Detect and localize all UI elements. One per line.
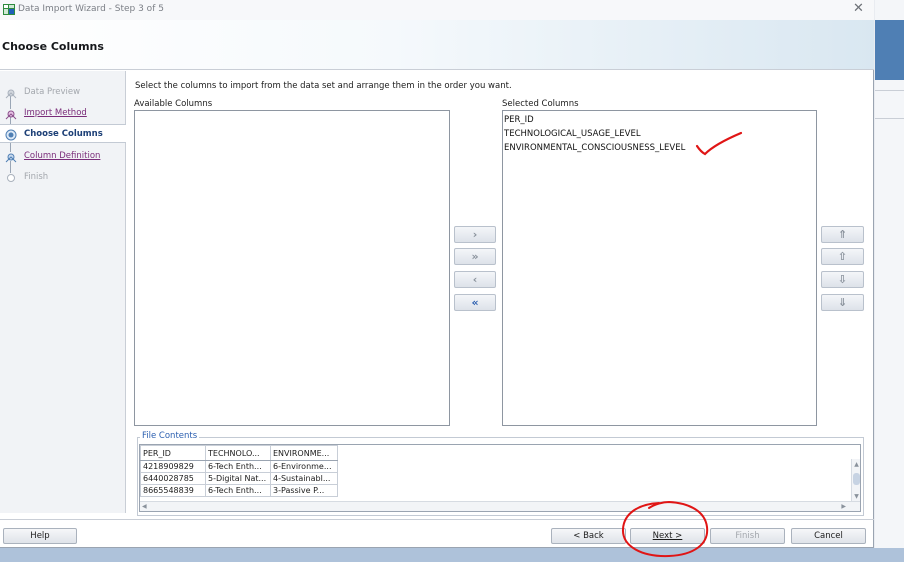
move-up-button[interactable]: ⇧ xyxy=(821,248,864,265)
horizontal-scrollbar[interactable]: ◀ ▶ xyxy=(140,501,860,511)
scroll-down-icon[interactable]: ▼ xyxy=(853,493,860,500)
background-window-header xyxy=(875,20,904,80)
back-button-label: < Back xyxy=(573,531,604,541)
list-item[interactable]: TECHNOLOGICAL_USAGE_LEVEL xyxy=(504,127,816,141)
close-icon[interactable]: ✕ xyxy=(853,1,864,16)
table-header-row: PER_ID TECHNOLO... ENVIRONME... xyxy=(140,445,338,461)
finish-button: Finish xyxy=(710,528,785,544)
red-circle-annotation xyxy=(621,500,709,558)
table-row: 4218909829 6-Tech Enth... 6-Environme... xyxy=(140,460,338,473)
step-data-preview: Data Preview xyxy=(0,83,126,102)
red-checkmark-annotation xyxy=(695,131,743,156)
step-done-icon xyxy=(5,110,17,120)
wizard-steps-nav: Data Preview Import Method Choose Column… xyxy=(0,71,126,513)
table-cell: 4-Sustainabl... xyxy=(270,472,338,485)
page-title: Choose Columns xyxy=(2,40,104,53)
file-contents-table: PER_ID TECHNOLO... ENVIRONME... 42189098… xyxy=(140,445,338,497)
move-down-button[interactable]: ⇩ xyxy=(821,271,864,288)
table-cell: 6-Environme... xyxy=(270,460,338,473)
step-done-icon xyxy=(5,89,17,99)
column-header: TECHNOLO... xyxy=(205,445,271,461)
file-contents-legend: File Contents xyxy=(140,431,200,441)
scroll-right-icon[interactable]: ▶ xyxy=(841,503,846,510)
table-cell: 6440028785 xyxy=(140,472,206,485)
table-cell: 6-Tech Enth... xyxy=(205,460,271,473)
window-title: Data Import Wizard - Step 3 of 5 xyxy=(18,4,164,14)
remove-all-columns-button[interactable]: « xyxy=(454,294,496,311)
scroll-thumb[interactable] xyxy=(853,473,860,485)
list-item[interactable]: ENVIRONMENTAL_CONSCIOUSNESS_LEVEL xyxy=(504,141,816,155)
column-header: ENVIRONME... xyxy=(270,445,338,461)
step-pending-icon xyxy=(7,174,15,182)
table-cell: 8665548839 xyxy=(140,484,206,497)
step-label[interactable]: Import Method xyxy=(24,108,87,118)
add-column-button[interactable]: › xyxy=(454,226,496,243)
selected-columns-list[interactable]: PER_ID TECHNOLOGICAL_USAGE_LEVEL ENVIRON… xyxy=(502,110,817,426)
table-row: 8665548839 6-Tech Enth... 3-Passive P... xyxy=(140,484,338,497)
background-taskbar xyxy=(0,548,904,562)
help-button-label: Help xyxy=(30,531,50,541)
move-bottom-button[interactable]: ⇓ xyxy=(821,294,864,311)
background-divider xyxy=(875,118,904,119)
step-label: Data Preview xyxy=(24,87,81,97)
table-cell: 6-Tech Enth... xyxy=(205,484,271,497)
list-item[interactable]: PER_ID xyxy=(504,113,816,127)
step-current-icon xyxy=(5,129,17,141)
table-cell: 5-Digital Nat... xyxy=(205,472,271,485)
background-divider xyxy=(875,90,904,91)
wizard-header: Choose Columns xyxy=(0,20,874,70)
step-column-definition[interactable]: Column Definition xyxy=(0,147,126,166)
selected-columns-label: Selected Columns xyxy=(502,99,579,109)
spreadsheet-app-icon xyxy=(3,4,15,15)
background-window xyxy=(875,0,904,562)
move-top-button[interactable]: ⇑ xyxy=(821,226,864,243)
step-label: Finish xyxy=(24,172,49,182)
available-columns-list[interactable] xyxy=(134,110,450,426)
column-header: PER_ID xyxy=(140,445,206,461)
table-cell: 3-Passive P... xyxy=(270,484,338,497)
cancel-button-label: Cancel xyxy=(814,531,843,541)
scroll-left-icon[interactable]: ◀ xyxy=(142,503,147,510)
file-contents-preview: PER_ID TECHNOLO... ENVIRONME... 42189098… xyxy=(139,444,861,512)
table-cell: 4218909829 xyxy=(140,460,206,473)
add-all-columns-button[interactable]: » xyxy=(454,248,496,265)
vertical-scrollbar[interactable]: ▲ ▼ xyxy=(851,459,860,502)
footer-divider xyxy=(0,519,874,520)
available-columns-label: Available Columns xyxy=(134,99,213,109)
step-pending-icon xyxy=(5,153,17,163)
step-label: Choose Columns xyxy=(24,129,103,139)
instruction-text: Select the columns to import from the da… xyxy=(135,81,512,91)
title-bar: Data Import Wizard - Step 3 of 5 ✕ xyxy=(0,0,874,20)
remove-column-button[interactable]: ‹ xyxy=(454,271,496,288)
scroll-up-icon[interactable]: ▲ xyxy=(853,461,860,468)
back-button[interactable]: < Back xyxy=(551,528,626,544)
step-choose-columns[interactable]: Choose Columns xyxy=(0,124,126,143)
help-button[interactable]: Help xyxy=(3,528,77,544)
cancel-button[interactable]: Cancel xyxy=(791,528,866,544)
import-wizard-dialog: Data Import Wizard - Step 3 of 5 ✕ Choos… xyxy=(0,0,874,548)
step-label[interactable]: Column Definition xyxy=(24,151,100,161)
step-finish: Finish xyxy=(0,168,126,187)
table-row: 6440028785 5-Digital Nat... 4-Sustainabl… xyxy=(140,472,338,485)
step-import-method[interactable]: Import Method xyxy=(0,104,126,123)
finish-button-label: Finish xyxy=(735,531,760,541)
